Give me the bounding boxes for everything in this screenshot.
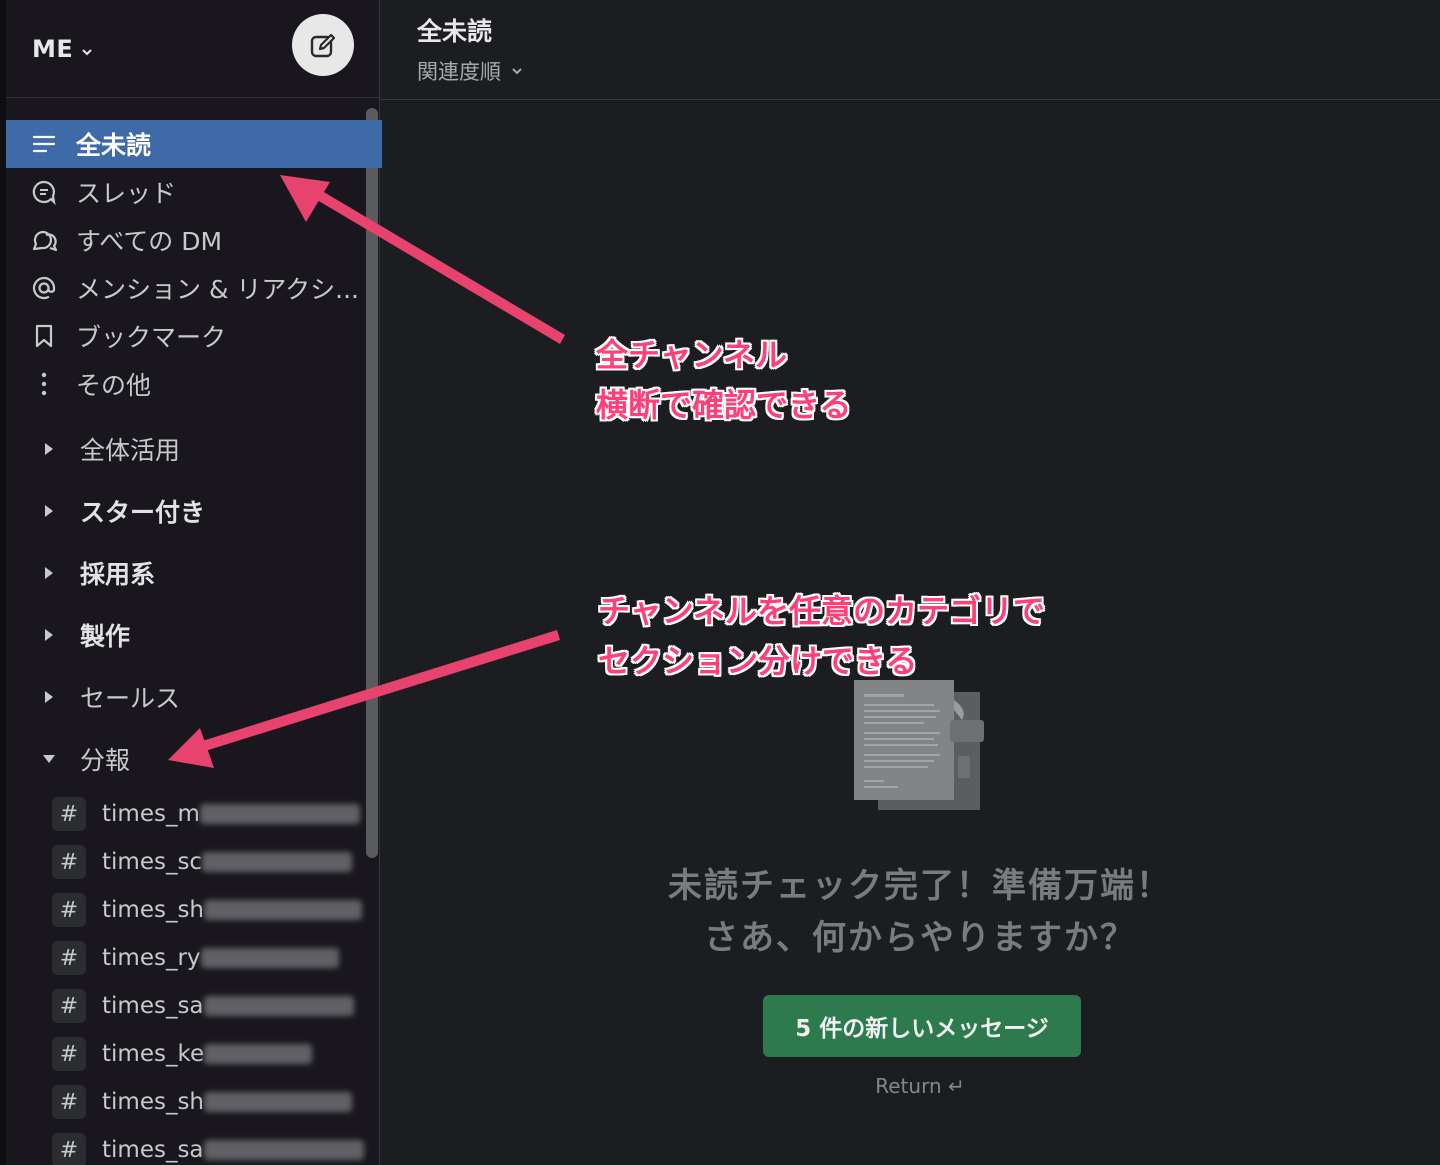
mention-icon xyxy=(30,274,58,302)
section-sales[interactable]: セールス xyxy=(6,666,382,728)
redacted-text xyxy=(204,1044,313,1064)
channel-name-prefix: times_sc xyxy=(102,849,203,875)
channel-name-prefix: times_ry xyxy=(102,945,201,971)
section-label: 全体活用 xyxy=(80,436,181,465)
empty-state-line-2: さあ、何からやりますか？ xyxy=(704,918,1136,958)
main-header: 全未読 関連度順 xyxy=(380,0,1440,100)
section-label: 採用系 xyxy=(80,560,156,589)
sidebar-item-label: 全未読 xyxy=(76,131,152,160)
sidebar: ME 全未読 スレッド すべての DM メンション & リアクシ... ブックマ… xyxy=(0,0,382,1165)
caret-right-icon[interactable] xyxy=(40,690,58,704)
empty-state-message: 未読チェック完了！準備万端！ さあ、何からやりますか？ xyxy=(560,860,1280,964)
channel-name-prefix: times_ke xyxy=(102,1041,205,1067)
caret-right-icon[interactable] xyxy=(40,442,58,456)
workspace-header[interactable]: ME xyxy=(6,0,379,98)
redacted-text xyxy=(202,852,353,872)
redacted-text xyxy=(200,948,339,968)
chevron-down-icon[interactable] xyxy=(511,65,523,77)
redacted-text xyxy=(204,900,363,920)
channel-name-prefix: times_m xyxy=(102,801,200,827)
sidebar-item-threads[interactable]: スレッド xyxy=(6,168,382,216)
caret-right-icon[interactable] xyxy=(40,504,58,518)
section-zentai-katsuyou[interactable]: 全体活用 xyxy=(6,418,382,480)
sidebar-item-all-dms[interactable]: すべての DM xyxy=(6,216,382,264)
hash-icon: # xyxy=(52,845,86,879)
empty-state-line-1: 未読チェック完了！準備万端！ xyxy=(668,866,1172,906)
section-starred[interactable]: スター付き xyxy=(6,480,382,542)
channel-item[interactable]: # times_sh xyxy=(6,886,382,934)
more-icon xyxy=(30,370,58,398)
dm-icon xyxy=(30,226,58,254)
unreads-icon xyxy=(30,130,58,158)
annotation-line: チャンネルを任意のカテゴリで xyxy=(598,592,1046,630)
channel-item[interactable]: # times_sa xyxy=(6,982,382,1030)
section-label: スター付き xyxy=(80,498,206,527)
keyboard-hint: Return ↵ xyxy=(875,1074,965,1098)
redacted-text xyxy=(199,804,360,824)
channel-item[interactable]: # times_ry xyxy=(6,934,382,982)
threads-icon xyxy=(30,178,58,206)
hash-icon: # xyxy=(52,1037,86,1071)
hash-icon: # xyxy=(52,989,86,1023)
main-pane: 全未読 関連度順 未読チェック完了！準備万端！ さあ、何からやりますか？ 5 件… xyxy=(380,0,1440,1165)
channel-item[interactable]: # times_sh xyxy=(6,1078,382,1126)
bookmark-icon xyxy=(30,322,58,350)
redacted-text xyxy=(203,996,354,1016)
empty-state-illustration xyxy=(850,680,990,815)
sidebar-item-unreads[interactable]: 全未読 xyxy=(6,120,382,168)
hash-icon: # xyxy=(52,1133,86,1165)
sidebar-nav: 全未読 スレッド すべての DM メンション & リアクシ... ブックマーク xyxy=(6,120,382,1165)
caret-right-icon[interactable] xyxy=(40,628,58,642)
section-production[interactable]: 製作 xyxy=(6,604,382,666)
new-messages-button[interactable]: 5 件の新しいメッセージ xyxy=(763,995,1081,1057)
chevron-down-icon[interactable] xyxy=(81,43,93,55)
annotation-line: セクション分けできる xyxy=(598,642,918,680)
sidebar-item-bookmarks[interactable]: ブックマーク xyxy=(6,312,382,360)
compose-button[interactable] xyxy=(292,14,354,76)
annotation-sections: チャンネルを任意のカテゴリで セクション分けできる xyxy=(598,586,1045,686)
section-label: セールス xyxy=(80,684,181,713)
annotation-cross-channel: 全チャンネル 横断で確認できる xyxy=(596,330,851,430)
sidebar-item-label: ブックマーク xyxy=(76,323,227,352)
hash-icon: # xyxy=(52,797,86,831)
caret-down-icon[interactable] xyxy=(40,754,58,764)
sidebar-item-mentions[interactable]: メンション & リアクシ... xyxy=(6,264,382,312)
channel-item[interactable]: # times_sc xyxy=(6,838,382,886)
sidebar-item-label: すべての DM xyxy=(76,227,223,256)
channel-name-prefix: times_sa xyxy=(102,1137,204,1163)
hash-icon: # xyxy=(52,893,86,927)
sidebar-item-label: メンション & リアクシ... xyxy=(76,275,359,304)
hash-icon: # xyxy=(52,1085,86,1119)
redacted-text xyxy=(203,1140,364,1160)
channel-name-prefix: times_sh xyxy=(102,1089,205,1115)
channel-item[interactable]: # times_sa xyxy=(6,1126,382,1165)
sidebar-item-more[interactable]: その他 xyxy=(6,360,382,408)
section-recruiting[interactable]: 採用系 xyxy=(6,542,382,604)
sort-label[interactable]: 関連度順 xyxy=(417,56,501,86)
sidebar-item-label: スレッド xyxy=(76,179,177,208)
sidebar-item-label: その他 xyxy=(76,371,152,400)
workspace-name[interactable]: ME xyxy=(32,35,73,63)
annotation-line: 横断で確認できる xyxy=(596,386,852,424)
section-label: 分報 xyxy=(80,746,131,775)
channel-item[interactable]: # times_m xyxy=(6,790,382,838)
sort-dropdown[interactable]: 関連度順 xyxy=(417,56,1440,86)
channel-name-prefix: times_sa xyxy=(102,993,204,1019)
page-title: 全未読 xyxy=(417,17,493,46)
redacted-text xyxy=(204,1092,353,1112)
hash-icon: # xyxy=(52,941,86,975)
section-label: 製作 xyxy=(80,622,131,651)
annotation-line: 全チャンネル xyxy=(596,336,788,374)
channel-item[interactable]: # times_ke xyxy=(6,1030,382,1078)
compose-icon xyxy=(310,33,336,58)
section-bunpou[interactable]: 分報 xyxy=(6,728,382,790)
caret-right-icon[interactable] xyxy=(40,566,58,580)
channel-name-prefix: times_sh xyxy=(102,897,205,923)
